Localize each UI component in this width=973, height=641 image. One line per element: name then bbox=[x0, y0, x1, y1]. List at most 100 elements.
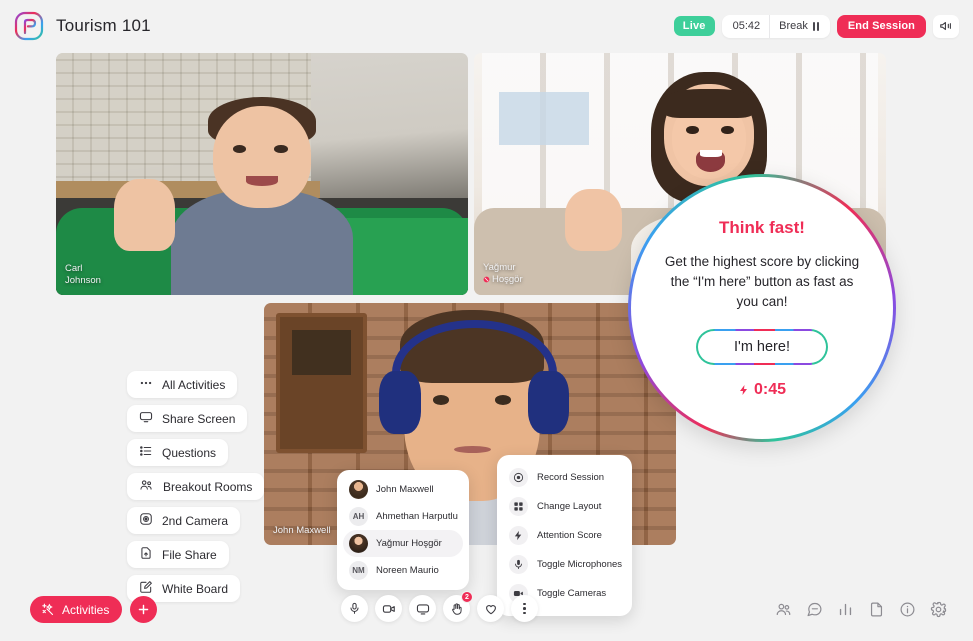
add-activity-button[interactable] bbox=[130, 596, 158, 623]
toolbar-reaction-button[interactable] bbox=[477, 595, 504, 622]
context-item-label: Toggle Microphones bbox=[537, 559, 623, 570]
chat-icon[interactable] bbox=[806, 601, 823, 618]
toolbar-camera-button[interactable] bbox=[375, 595, 402, 622]
name-line-2: Hoşgör bbox=[492, 273, 523, 285]
participants-icon[interactable] bbox=[775, 601, 792, 618]
activity-item-label: Questions bbox=[162, 445, 217, 460]
context-item-label: Attention Score bbox=[537, 530, 602, 541]
participant-name-label: Yağmur Hoşgör bbox=[483, 262, 523, 288]
header-controls: Live 05:42 Break End Session bbox=[673, 14, 959, 38]
info-icon[interactable] bbox=[899, 601, 916, 618]
activity-popup: Think fast! Get the highest score by cli… bbox=[628, 174, 896, 442]
avatar-initials: NM bbox=[349, 561, 368, 580]
activity-countdown: 0:45 bbox=[738, 381, 786, 399]
page-title: Tourism 101 bbox=[56, 16, 151, 35]
participant-row-ahmethan-harputlu[interactable]: AH Ahmethan Harputlu bbox=[343, 503, 463, 530]
activity-item-all-activities[interactable]: All Activities bbox=[127, 371, 238, 398]
settings-gear-icon[interactable] bbox=[930, 601, 947, 618]
bottom-left-controls: Activities bbox=[30, 596, 158, 623]
record-icon bbox=[509, 468, 528, 487]
more-vertical-icon bbox=[523, 602, 526, 615]
document-icon[interactable] bbox=[868, 601, 885, 618]
name-line-1: Yağmur bbox=[483, 261, 516, 273]
activity-item-label: Breakout Rooms bbox=[163, 479, 253, 494]
status-badge-live: Live bbox=[673, 16, 715, 36]
participant-name-label: John Maxwell bbox=[273, 525, 331, 536]
participant-name: Yağmur Hoşgör bbox=[376, 538, 442, 549]
session-timer-group: 05:42 Break bbox=[721, 14, 830, 38]
raise-hand-icon bbox=[451, 602, 462, 615]
session-timer: 05:42 bbox=[732, 20, 761, 32]
heart-icon bbox=[485, 604, 496, 614]
participant-name-label: Carl Johnson bbox=[65, 263, 101, 287]
activity-item-label: All Activities bbox=[162, 377, 226, 392]
activity-description: Get the highest score by clicking the “I… bbox=[664, 253, 860, 309]
im-here-button-wrap: I'm here! bbox=[696, 328, 828, 365]
microphone-icon bbox=[350, 602, 359, 614]
bottom-right-controls bbox=[775, 601, 947, 618]
participant-row-john-maxwell[interactable]: John Maxwell bbox=[343, 476, 463, 503]
grid-layout-icon bbox=[509, 497, 528, 516]
people-icon bbox=[139, 478, 154, 495]
dots-horizontal-icon bbox=[139, 376, 153, 393]
break-button[interactable]: Break bbox=[769, 14, 828, 38]
pause-icon bbox=[812, 21, 819, 31]
activity-item-file-share[interactable]: File Share bbox=[127, 541, 229, 568]
participant-name: John Maxwell bbox=[376, 484, 434, 495]
context-item-toggle-microphones[interactable]: Toggle Microphones bbox=[503, 550, 626, 579]
brand: Tourism 101 bbox=[14, 11, 151, 41]
toolbar-microphone-button[interactable] bbox=[341, 595, 368, 622]
context-item-label: Change Layout bbox=[537, 501, 602, 512]
toolbar-share-screen-button[interactable] bbox=[409, 595, 436, 622]
name-line-1: Carl bbox=[65, 263, 83, 274]
im-here-button[interactable]: I'm here! bbox=[698, 330, 826, 363]
bolt-icon bbox=[509, 526, 528, 545]
activity-item-label: White Board bbox=[162, 581, 229, 596]
toolbar-more-button[interactable] bbox=[511, 595, 538, 622]
raise-hand-badge: 2 bbox=[461, 591, 473, 603]
monitor-icon bbox=[139, 410, 153, 427]
activity-item-questions[interactable]: Questions bbox=[127, 439, 229, 466]
whiteboard-pen-icon bbox=[139, 580, 153, 597]
activities-button-label: Activities bbox=[62, 602, 110, 617]
plus-icon bbox=[139, 604, 149, 615]
context-item-attention-score[interactable]: Attention Score bbox=[503, 521, 626, 550]
video-feed bbox=[56, 53, 468, 295]
context-item-record-session[interactable]: Record Session bbox=[503, 463, 626, 492]
activity-countdown-value: 0:45 bbox=[753, 380, 787, 398]
app-header: Tourism 101 Live 05:42 Break End Session bbox=[0, 0, 973, 52]
avatar bbox=[349, 534, 368, 553]
mic-muted-icon bbox=[483, 276, 490, 283]
camera-lens-icon bbox=[139, 512, 153, 529]
app-root: Tourism 101 Live 05:42 Break End Session bbox=[0, 0, 973, 641]
activity-item-breakout-rooms[interactable]: Breakout Rooms bbox=[127, 473, 265, 500]
participant-row-noreen-maurio[interactable]: NM Noreen Maurio bbox=[343, 557, 463, 584]
session-context-menu: Record Session Change Layout Attention S… bbox=[497, 455, 632, 616]
monitor-icon bbox=[416, 603, 429, 615]
activity-popup-inner: Think fast! Get the highest score by cli… bbox=[631, 177, 893, 439]
bolt-icon bbox=[739, 384, 747, 395]
activities-menu: All Activities Share Screen Questions Br… bbox=[127, 371, 265, 602]
name-line-2: Johnson bbox=[65, 275, 101, 286]
analytics-icon[interactable] bbox=[837, 601, 854, 618]
video-camera-icon bbox=[382, 604, 395, 613]
megaphone-icon[interactable] bbox=[933, 14, 959, 38]
activity-item-label: File Share bbox=[162, 547, 217, 562]
context-item-change-layout[interactable]: Change Layout bbox=[503, 492, 626, 521]
activity-item-share-screen[interactable]: Share Screen bbox=[127, 405, 248, 432]
video-tile-carl[interactable]: Carl Johnson bbox=[56, 53, 468, 295]
context-item-label: Toggle Cameras bbox=[537, 588, 607, 599]
perculus-logo-icon bbox=[14, 11, 44, 41]
microphone-icon bbox=[509, 555, 528, 574]
media-toolbar: 2 bbox=[341, 591, 538, 622]
break-label: Break bbox=[779, 20, 808, 32]
activity-item-2nd-camera[interactable]: 2nd Camera bbox=[127, 507, 241, 534]
activity-item-label: 2nd Camera bbox=[162, 513, 229, 528]
list-icon bbox=[139, 444, 153, 461]
participant-row-yagmur-hosgor[interactable]: Yağmur Hoşgör bbox=[343, 530, 463, 557]
activities-button[interactable]: Activities bbox=[30, 596, 123, 623]
toolbar-raise-hand-button[interactable]: 2 bbox=[443, 591, 473, 622]
end-session-button[interactable]: End Session bbox=[836, 14, 926, 38]
participants-popup: John Maxwell AH Ahmethan Harputlu Yağmur… bbox=[337, 470, 469, 590]
file-upload-icon bbox=[139, 546, 153, 563]
